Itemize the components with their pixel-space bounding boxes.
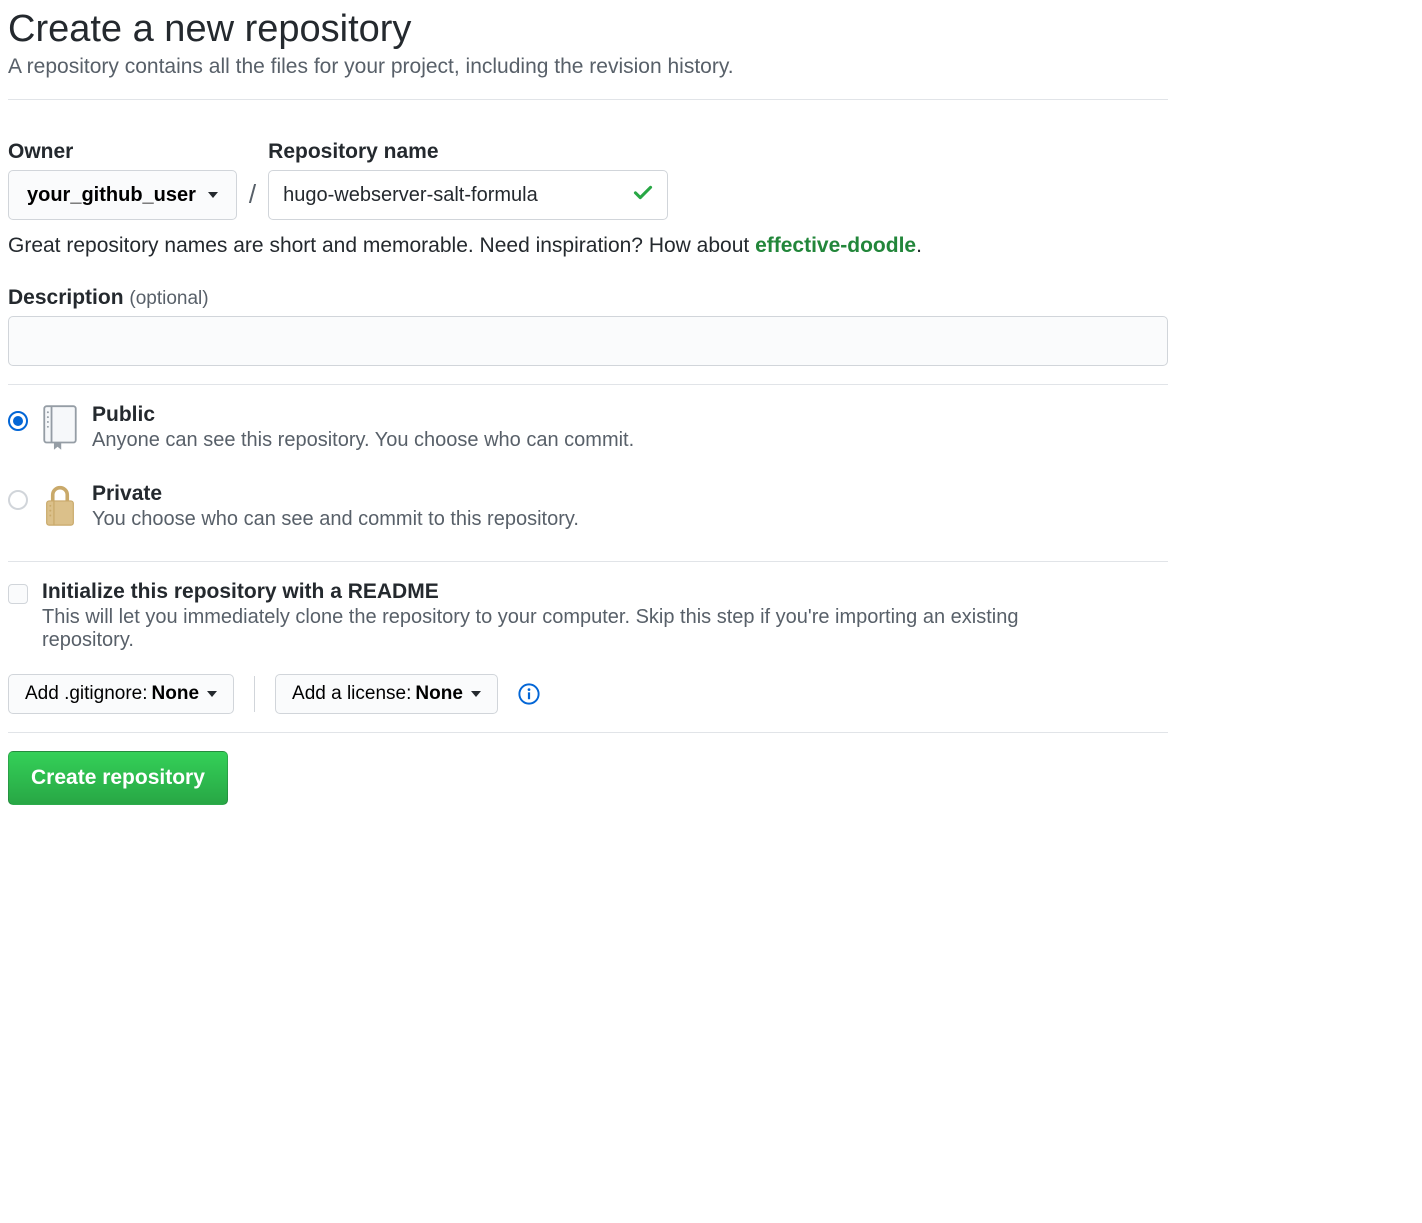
repo-name-label: Repository name: [268, 140, 668, 164]
owner-name-separator: /: [245, 179, 260, 220]
repo-name-input[interactable]: [268, 170, 668, 220]
gitignore-value: None: [152, 683, 200, 705]
name-suggestion-link[interactable]: effective-doodle: [755, 234, 916, 257]
divider: [8, 384, 1168, 385]
visibility-private-title: Private: [92, 482, 579, 506]
caret-down-icon: [208, 192, 218, 198]
divider: [8, 732, 1168, 733]
description-optional: (optional): [129, 288, 208, 309]
description-label: Description (optional): [8, 286, 1168, 310]
divider: [8, 99, 1168, 100]
license-select[interactable]: Add a license: None: [275, 674, 498, 714]
visibility-public-radio[interactable]: [8, 411, 28, 431]
page-title: Create a new repository: [8, 8, 1168, 51]
name-hint-suffix: .: [916, 234, 922, 257]
visibility-public-title: Public: [92, 403, 634, 427]
caret-down-icon: [471, 691, 481, 697]
checkmark-icon: [632, 183, 654, 208]
description-input[interactable]: [8, 316, 1168, 366]
page-subtitle: A repository contains all the files for …: [8, 55, 1168, 79]
description-label-text: Description: [8, 286, 124, 309]
owner-select[interactable]: your_github_user: [8, 170, 237, 220]
caret-down-icon: [207, 691, 217, 697]
visibility-private-desc: You choose who can see and commit to thi…: [92, 508, 579, 531]
gitignore-label: Add .gitignore:: [25, 683, 148, 705]
visibility-private-radio[interactable]: [8, 490, 28, 510]
visibility-public-desc: Anyone can see this repository. You choo…: [92, 429, 634, 452]
readme-title: Initialize this repository with a README: [42, 580, 1102, 604]
divider: [254, 676, 255, 712]
owner-selected-value: your_github_user: [27, 184, 196, 207]
lock-icon: [40, 484, 80, 533]
license-label: Add a license:: [292, 683, 411, 705]
create-repository-button[interactable]: Create repository: [8, 751, 228, 805]
license-value: None: [415, 683, 463, 705]
name-hint: Great repository names are short and mem…: [8, 234, 1168, 258]
info-icon[interactable]: [518, 683, 540, 705]
divider: [8, 561, 1168, 562]
readme-checkbox[interactable]: [8, 584, 28, 604]
readme-desc: This will let you immediately clone the …: [42, 606, 1102, 652]
name-hint-prefix: Great repository names are short and mem…: [8, 234, 755, 257]
owner-label: Owner: [8, 140, 237, 164]
repo-icon: [40, 405, 80, 454]
gitignore-select[interactable]: Add .gitignore: None: [8, 674, 234, 714]
